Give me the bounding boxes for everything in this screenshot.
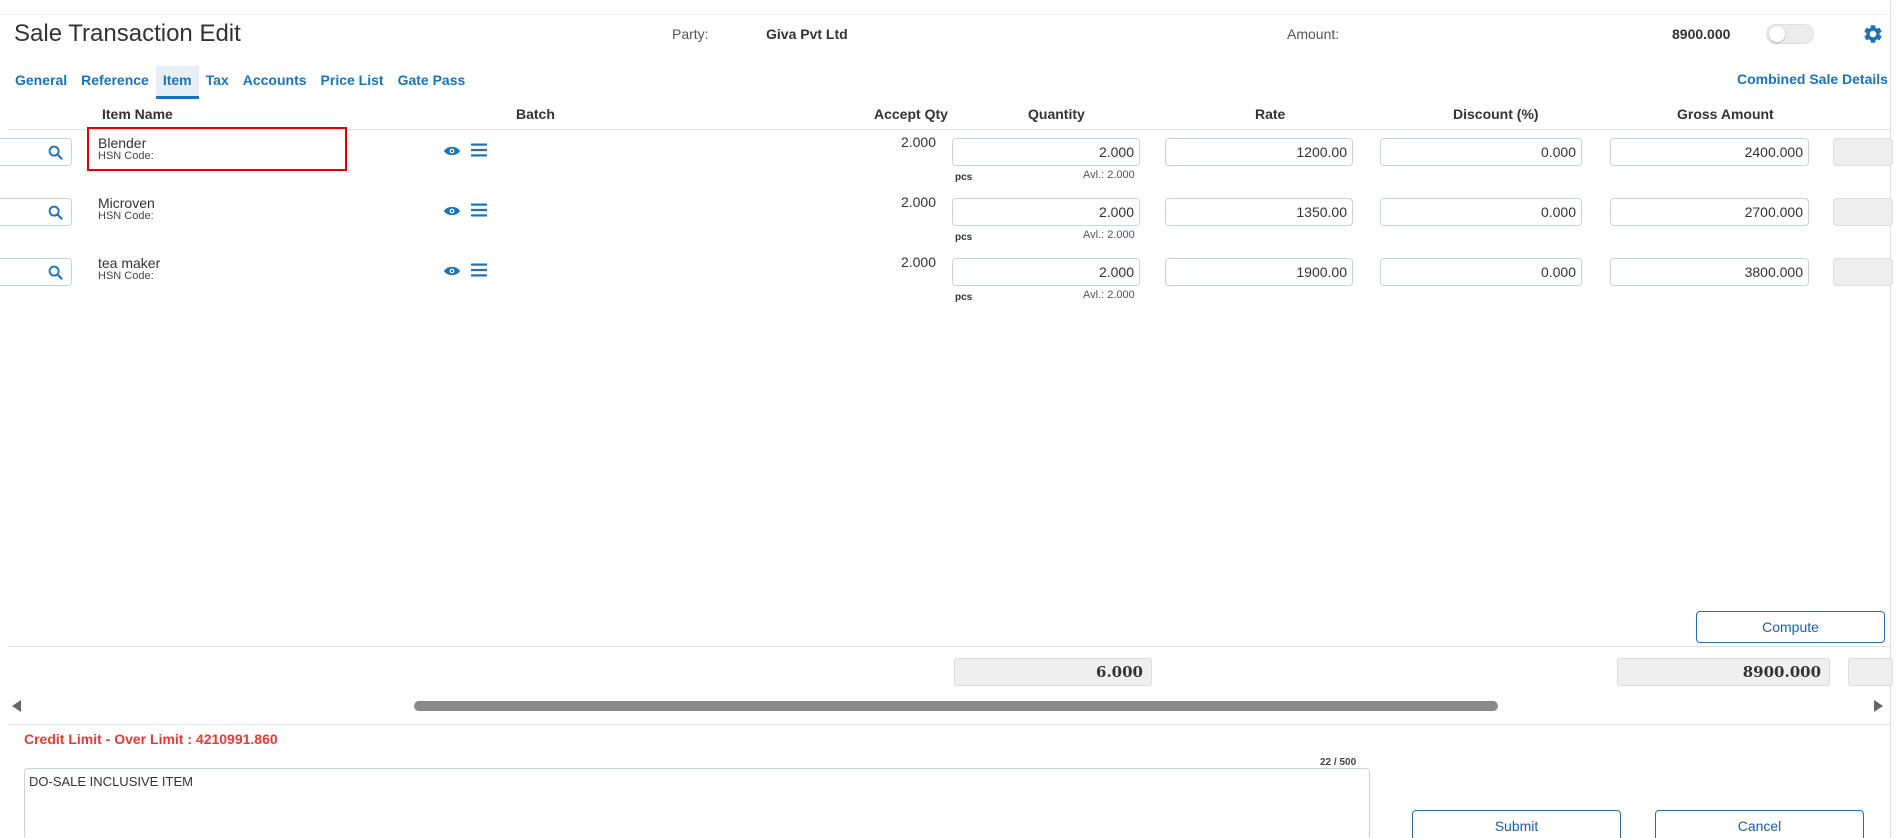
amount-label: Amount: — [1287, 26, 1340, 42]
item-name: tea maker — [98, 255, 161, 271]
unit-label: pcs — [955, 172, 973, 183]
eye-icon[interactable] — [443, 144, 461, 156]
menu-icon[interactable] — [471, 143, 487, 157]
total-extra-field — [1848, 658, 1893, 686]
item-search-field[interactable] — [0, 198, 72, 226]
available-qty: Avl.: 2.000 — [1083, 229, 1135, 241]
quantity-input[interactable]: 2.000 — [952, 198, 1140, 226]
amount-toggle[interactable] — [1766, 24, 1814, 44]
combined-sale-details-link[interactable]: Combined Sale Details — [1737, 71, 1888, 87]
right-edge-divider — [1890, 0, 1891, 838]
party-label: Party: — [672, 26, 709, 42]
tab-item[interactable]: Item — [155, 66, 199, 99]
unit-label: pcs — [955, 292, 973, 303]
totals-divider — [8, 646, 1890, 647]
item-search-field[interactable] — [0, 258, 72, 286]
tab-tax[interactable]: Tax — [199, 66, 236, 99]
tab-reference[interactable]: Reference — [74, 66, 156, 99]
rate-input[interactable]: 1350.00 — [1165, 198, 1353, 226]
hsn-code: HSN Code: — [98, 270, 154, 282]
quantity-input[interactable]: 2.000 — [952, 138, 1140, 166]
col-accept-qty: Accept Qty — [874, 106, 948, 122]
col-gross-amount: Gross Amount — [1677, 106, 1774, 122]
quantity-input[interactable]: 2.000 — [952, 258, 1140, 286]
col-batch: Batch — [516, 106, 555, 122]
toggle-knob — [1769, 26, 1785, 42]
compute-button[interactable]: Compute — [1696, 611, 1885, 643]
col-rate: Rate — [1255, 106, 1286, 122]
accept-qty: 2.000 — [900, 254, 936, 270]
unit-label: pcs — [955, 232, 973, 243]
accept-qty: 2.000 — [900, 134, 936, 150]
eye-icon[interactable] — [443, 264, 461, 276]
extra-column-field — [1833, 138, 1893, 166]
tab-accounts[interactable]: Accounts — [236, 66, 314, 99]
horizontal-scrollbar-thumb[interactable] — [414, 701, 1498, 711]
tab-gate-pass[interactable]: Gate Pass — [391, 66, 473, 99]
tab-bar: General Reference Item Tax Accounts Pric… — [8, 66, 472, 99]
party-value: Giva Pvt Ltd — [766, 26, 848, 42]
top-divider — [0, 14, 1890, 15]
discount-input[interactable]: 0.000 — [1380, 138, 1582, 166]
tab-price-list[interactable]: Price List — [314, 66, 391, 99]
extra-column-field — [1833, 198, 1893, 226]
scroll-right-arrow[interactable] — [1874, 700, 1883, 712]
gear-icon[interactable] — [1862, 23, 1884, 45]
hsn-code: HSN Code: — [98, 210, 154, 222]
rate-input[interactable]: 1200.00 — [1165, 138, 1353, 166]
col-quantity: Quantity — [1028, 106, 1085, 122]
char-counter: 22 / 500 — [1320, 757, 1357, 768]
col-discount: Discount (%) — [1453, 106, 1539, 122]
extra-column-field — [1833, 258, 1893, 286]
page-title: Sale Transaction Edit — [14, 20, 241, 47]
col-item-name: Item Name — [102, 106, 173, 122]
item-search-field[interactable] — [0, 138, 72, 166]
remarks-textarea[interactable]: DO-SALE INCLUSIVE ITEM — [24, 768, 1370, 838]
search-icon[interactable] — [48, 205, 63, 220]
gross-amount-input[interactable]: 2700.000 — [1610, 198, 1809, 226]
search-icon[interactable] — [48, 145, 63, 160]
discount-input[interactable]: 0.000 — [1380, 258, 1582, 286]
menu-icon[interactable] — [471, 263, 487, 277]
discount-input[interactable]: 0.000 — [1380, 198, 1582, 226]
available-qty: Avl.: 2.000 — [1083, 169, 1135, 181]
available-qty: Avl.: 2.000 — [1083, 289, 1135, 301]
total-gross-amount: 8900.000 — [1617, 658, 1830, 686]
tab-general[interactable]: General — [8, 66, 74, 99]
search-icon[interactable] — [48, 265, 63, 280]
eye-icon[interactable] — [443, 204, 461, 216]
submit-button[interactable]: Submit — [1412, 810, 1621, 838]
gross-amount-input[interactable]: 2400.000 — [1610, 138, 1809, 166]
credit-limit-warning: Credit Limit - Over Limit : 4210991.860 — [24, 731, 278, 747]
cancel-button[interactable]: Cancel — [1655, 810, 1864, 838]
scroll-divider — [8, 724, 1890, 725]
rate-input[interactable]: 1900.00 — [1165, 258, 1353, 286]
total-quantity: 6.000 — [954, 658, 1152, 686]
selected-item-highlight — [87, 127, 347, 171]
scroll-left-arrow[interactable] — [12, 700, 21, 712]
accept-qty: 2.000 — [900, 194, 936, 210]
item-name: Microven — [98, 195, 155, 211]
amount-value: 8900.000 — [1672, 26, 1731, 42]
gross-amount-input[interactable]: 3800.000 — [1610, 258, 1809, 286]
menu-icon[interactable] — [471, 203, 487, 217]
